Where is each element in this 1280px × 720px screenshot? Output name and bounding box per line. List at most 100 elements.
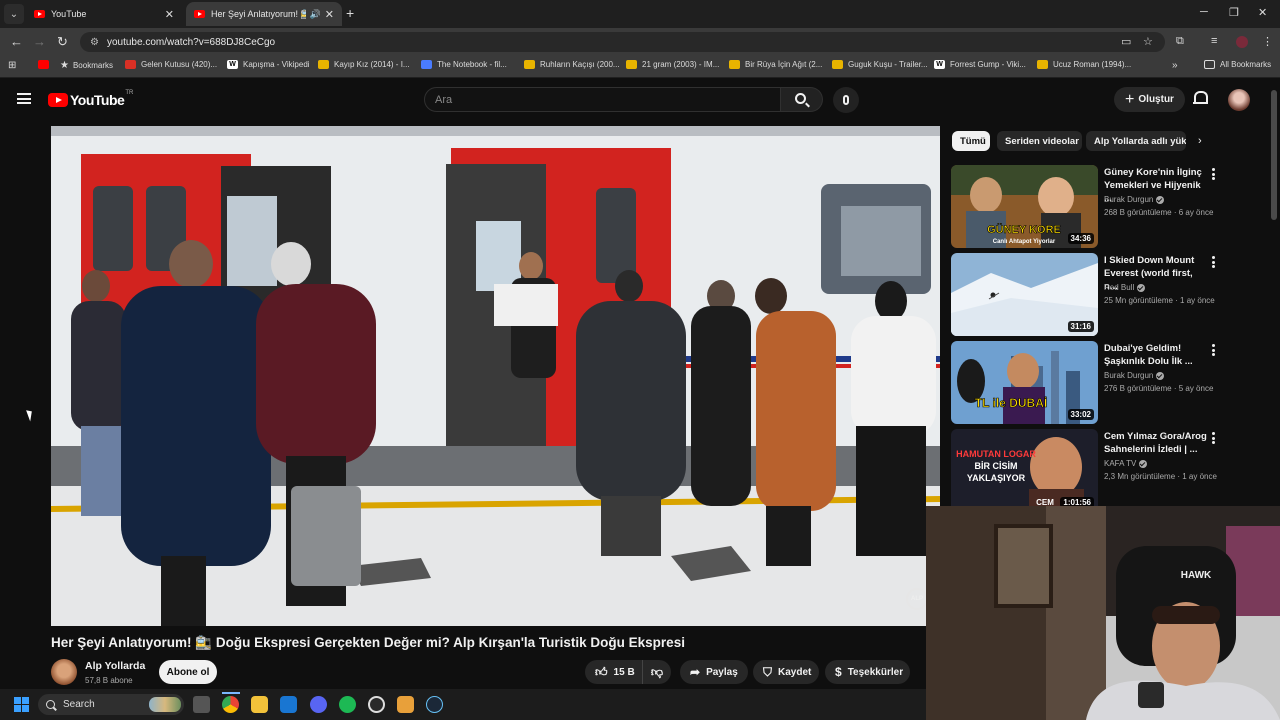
bookmark-21-gram[interactable]: 21 gram (2003) - IM... bbox=[626, 60, 719, 69]
recommendation-item[interactable]: 31:16 I Skied Down Mount Everest (world … bbox=[951, 253, 1221, 337]
recommendation-channel[interactable]: Red Bull bbox=[1104, 283, 1146, 292]
voice-search-button[interactable] bbox=[833, 87, 859, 113]
wikipedia-icon: W bbox=[934, 60, 945, 69]
bookmark-star-icon[interactable]: ☆ bbox=[1143, 35, 1153, 48]
all-bookmarks-button[interactable]: All Bookmarks bbox=[1204, 60, 1271, 69]
site-info-icon[interactable]: ⚙ bbox=[90, 37, 99, 48]
video-thumbnail[interactable]: TL ile DUBAİ 33:02 bbox=[951, 341, 1098, 424]
spotify-icon[interactable] bbox=[339, 696, 356, 713]
restore-icon[interactable]: ❐ bbox=[1229, 6, 1239, 19]
share-button[interactable]: ➦ Paylaş bbox=[680, 660, 748, 684]
browser-menu-icon[interactable]: ⋮ bbox=[1262, 35, 1273, 48]
bookmark-guguk-kusu[interactable]: Guguk Kuşu - Trailer... bbox=[832, 60, 928, 69]
thumbs-up-icon: 👍︎ bbox=[595, 664, 608, 679]
task-view-icon[interactable] bbox=[193, 696, 210, 713]
bookmark-folder[interactable]: ★ Bookmarks bbox=[60, 60, 113, 71]
account-avatar[interactable] bbox=[1228, 89, 1250, 111]
outlook-icon[interactable] bbox=[280, 696, 297, 713]
filter-chips: Tümü Seriden videolar Alp Yollarda adlı … bbox=[952, 131, 1222, 151]
menu-icon[interactable] bbox=[17, 93, 31, 104]
save-button[interactable]: ⛉ Kaydet bbox=[753, 660, 819, 684]
bookmark-forrest-gump[interactable]: W Forrest Gump - Viki... bbox=[934, 60, 1026, 69]
audio-playing-icon[interactable]: 🔊 bbox=[310, 9, 321, 20]
tab-current-video[interactable]: Her Şeyi Anlatıyorum! 🚉 D 🔊 ✕ bbox=[186, 2, 342, 26]
recommendation-channel[interactable]: Burak Durgun bbox=[1104, 195, 1165, 204]
thanks-button[interactable]: $ Teşekkürler bbox=[825, 660, 910, 684]
windows-start-icon[interactable] bbox=[14, 697, 29, 712]
video-thumbnail[interactable]: HAMUTAN LOGAR BİR CİSİM YAKLAŞIYOR CEM 1… bbox=[951, 429, 1098, 512]
profile-icon[interactable] bbox=[1236, 36, 1248, 48]
create-button[interactable]: + Oluştur bbox=[1114, 87, 1185, 112]
search-button[interactable] bbox=[781, 87, 823, 112]
new-tab-button[interactable]: + bbox=[346, 5, 354, 21]
dislike-button[interactable]: 👎︎ bbox=[643, 660, 671, 684]
reload-icon[interactable]: ↻ bbox=[57, 34, 68, 50]
bookmarks-bar: ⊞ ★ Bookmarks Gelen Kutusu (420)... W Kapı… bbox=[0, 56, 1280, 78]
chip-channel-uploads[interactable]: Alp Yollarda adlı yükle bbox=[1086, 131, 1186, 151]
back-icon[interactable]: ← bbox=[10, 34, 23, 49]
close-window-icon[interactable]: ✕ bbox=[1258, 6, 1267, 19]
subscribe-button[interactable]: Abone ol bbox=[159, 660, 217, 684]
more-options-icon[interactable] bbox=[1212, 168, 1215, 180]
discord-icon[interactable] bbox=[310, 696, 327, 713]
close-tab-icon[interactable]: ✕ bbox=[165, 8, 174, 21]
steam-icon[interactable] bbox=[426, 696, 443, 713]
taskbar-search[interactable]: Search bbox=[38, 694, 184, 715]
apps-grid-icon[interactable]: ⊞ bbox=[8, 60, 16, 71]
bookmark-youtube[interactable] bbox=[38, 60, 54, 69]
channel-name[interactable]: Alp Yollarda bbox=[85, 660, 145, 672]
tab-youtube[interactable]: YouTube ✕ bbox=[26, 2, 182, 26]
video-thumbnail[interactable]: 31:16 bbox=[951, 253, 1098, 336]
file-explorer-icon[interactable] bbox=[251, 696, 268, 713]
recommendation-title[interactable]: Cem Yılmaz Gora/Arog Sahnelerini İzledi … bbox=[1104, 430, 1209, 456]
cast-icon[interactable]: ▭ bbox=[1121, 35, 1131, 48]
bookmark-gmail[interactable]: Gelen Kutusu (420)... bbox=[125, 60, 217, 69]
more-options-icon[interactable] bbox=[1212, 344, 1215, 356]
media-controls-icon[interactable]: ≡ bbox=[1211, 35, 1217, 47]
channel-watermark[interactable]: ALP bbox=[906, 588, 928, 610]
recommendation-title[interactable]: Dubai'ye Geldim! Şaşkınlık Dolu İlk ... bbox=[1104, 342, 1209, 368]
extensions-icon[interactable]: ⧉ bbox=[1176, 35, 1184, 48]
recommendation-channel[interactable]: KAFA TV bbox=[1104, 459, 1148, 468]
webcam-overlay: HAWK bbox=[926, 506, 1280, 720]
gmail-icon bbox=[125, 60, 136, 69]
url-field[interactable]: ⚙ youtube.com/watch?v=688DJ8CeCgo bbox=[80, 32, 1165, 52]
chevron-right-icon[interactable]: › bbox=[1198, 135, 1202, 147]
thumbnail-subtext: Canlı Ahtapot Yiyorlar bbox=[993, 239, 1056, 245]
recommendation-item[interactable]: TL ile DUBAİ 33:02 Dubai'ye Geldim! Şaşk… bbox=[951, 341, 1221, 425]
search-input[interactable] bbox=[424, 87, 781, 112]
video-title: Her Şeyi Anlatıyorum! 🚉 Doğu Ekspresi Ge… bbox=[51, 635, 685, 650]
app-icon[interactable] bbox=[397, 696, 414, 713]
chip-all[interactable]: Tümü bbox=[952, 131, 990, 151]
page-scrollbar[interactable] bbox=[1271, 90, 1277, 220]
bookmark-notebook[interactable]: The Notebook - fil... bbox=[421, 60, 507, 69]
bookmark-bir-ruya[interactable]: Bir Rüya İçin Ağıt (2... bbox=[729, 60, 822, 69]
forward-icon[interactable]: → bbox=[33, 34, 46, 49]
recommendation-channel[interactable]: Burak Durgun bbox=[1104, 371, 1165, 380]
bookmark-kapisma[interactable]: W Kapışma - Vikipedi bbox=[227, 60, 310, 69]
chip-series[interactable]: Seriden videolar bbox=[997, 131, 1082, 151]
bookmark-label: Ucuz Roman (1994)... bbox=[1053, 60, 1132, 69]
close-tab-icon[interactable]: ✕ bbox=[325, 8, 334, 21]
recorder-icon[interactable] bbox=[368, 696, 385, 713]
more-bookmarks-icon[interactable]: » bbox=[1172, 60, 1178, 71]
more-options-icon[interactable] bbox=[1212, 256, 1215, 268]
more-options-icon[interactable] bbox=[1212, 432, 1215, 444]
bookmark-ucuz-roman[interactable]: Ucuz Roman (1994)... bbox=[1037, 60, 1131, 69]
notifications-bell-icon[interactable] bbox=[1193, 91, 1208, 107]
youtube-favicon-icon bbox=[194, 10, 205, 18]
recommendation-item[interactable]: HAMUTAN LOGAR BİR CİSİM YAKLAŞIYOR CEM 1… bbox=[951, 429, 1221, 513]
tab-search-icon[interactable]: ⌄ bbox=[4, 4, 24, 24]
recommendation-item[interactable]: GÜNEY KORE Canlı Ahtapot Yiyorlar 34:36 … bbox=[951, 165, 1221, 249]
video-thumbnail[interactable]: GÜNEY KORE Canlı Ahtapot Yiyorlar 34:36 bbox=[951, 165, 1098, 248]
channel-avatar[interactable] bbox=[51, 659, 77, 685]
minimize-icon[interactable]: ─ bbox=[1200, 6, 1208, 18]
like-button[interactable]: 👍︎ 15 B bbox=[585, 660, 643, 684]
thumbnail-text: HAMUTAN LOGAR bbox=[956, 449, 1036, 459]
chrome-icon[interactable] bbox=[222, 696, 239, 713]
youtube-logo[interactable]: YouTube TR bbox=[48, 90, 133, 108]
imdb-icon bbox=[626, 60, 637, 69]
video-player[interactable]: ALP bbox=[51, 126, 940, 626]
bookmark-kayip-kiz[interactable]: Kayıp Kız (2014) - I... bbox=[318, 60, 410, 69]
bookmark-ruhlarin-kacisi[interactable]: Ruhların Kaçışı (200... bbox=[524, 60, 620, 69]
